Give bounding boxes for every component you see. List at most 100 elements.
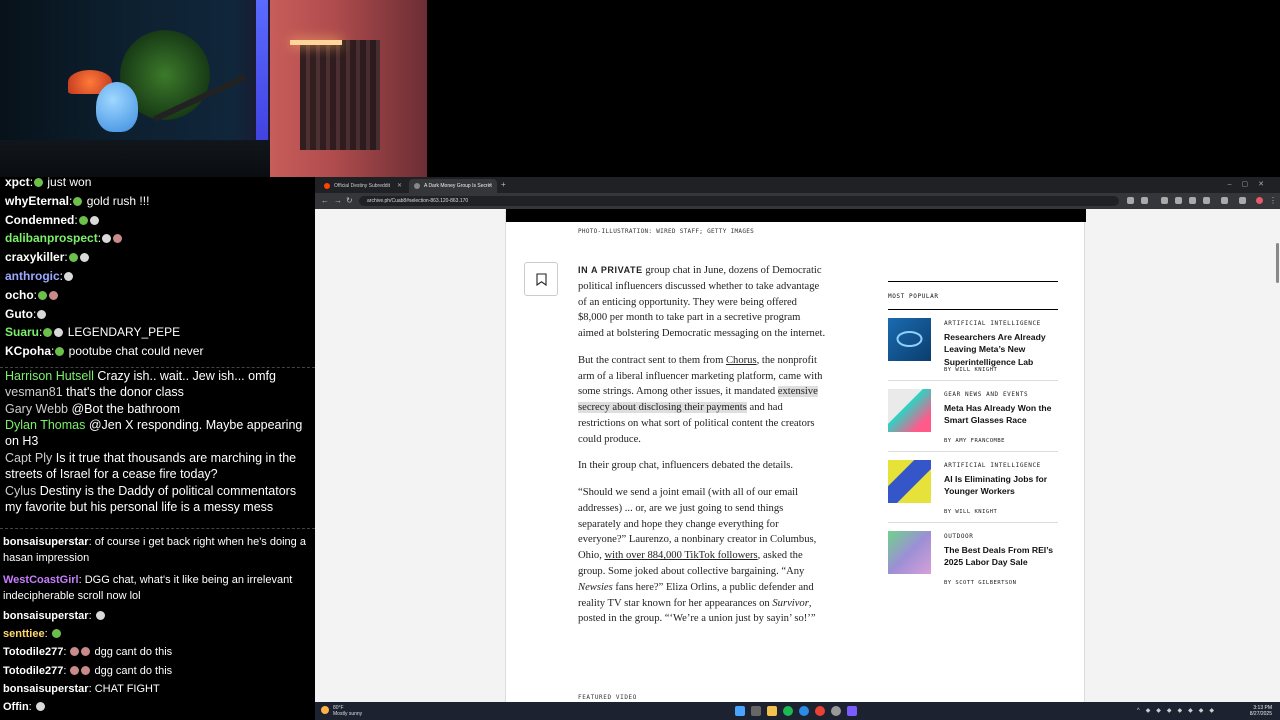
tab-official-destiny-subreddit[interactable]: Official Destiny Subreddit ✕ — [319, 179, 407, 193]
plush-toy — [96, 82, 138, 132]
back-icon[interactable]: ← — [321, 196, 329, 205]
chat-message: Suaru: LEGENDARY_PEPE — [5, 324, 310, 340]
popular-category: ARTIFICIAL INTELLIGENCE — [944, 462, 1041, 469]
reload-icon[interactable]: ↻ — [346, 196, 353, 205]
clock-date: 8/27/2025 — [1249, 711, 1272, 717]
system-tray[interactable]: ^◆◆◆◆◆◆◆ — [1137, 707, 1220, 714]
profile-avatar-icon[interactable] — [1256, 197, 1263, 204]
chat-message: ocho: — [5, 287, 310, 303]
window-controls[interactable]: –▢✕ — [1228, 180, 1274, 188]
emote-icon — [37, 309, 47, 319]
extension-icon[interactable] — [1175, 197, 1182, 204]
forward-icon[interactable]: → — [334, 196, 342, 205]
chat-username[interactable]: whyEternal — [5, 194, 69, 208]
chat-username[interactable]: bonsaisuperstar — [3, 683, 89, 695]
chat-username[interactable]: KCpoha — [5, 344, 51, 358]
popular-title[interactable]: The Best Deals From REI’s 2025 Labor Day… — [944, 544, 1062, 569]
chat-separator: : — [64, 250, 68, 265]
address-bar[interactable]: archive.ph/Cuab8#selection-863.120-863.1… — [359, 196, 1119, 206]
chat-message: Condemned: — [5, 212, 310, 228]
chat-separator: : — [88, 610, 95, 622]
bookmark-button[interactable] — [524, 262, 558, 296]
chat-username[interactable]: bonsaisuperstar — [3, 610, 89, 622]
italic-text: Survivor — [772, 597, 809, 609]
popular-thumbnail[interactable] — [888, 531, 931, 574]
popular-title[interactable]: Researchers Are Already Leaving Meta’s N… — [944, 331, 1062, 368]
chat-username[interactable]: WestCoastGirl — [3, 574, 79, 586]
chat-username[interactable]: senttiee — [3, 628, 45, 640]
chat-text: LEGENDARY_PEPE — [64, 325, 181, 340]
chat-username[interactable]: Condemned — [5, 213, 74, 227]
popular-item[interactable]: ARTIFICIAL INTELLIGENCE Researchers Are … — [888, 310, 1058, 381]
close-tab-icon[interactable]: ✕ — [487, 182, 492, 189]
popular-item[interactable]: ARTIFICIAL INTELLIGENCE AI Is Eliminatin… — [888, 452, 1058, 523]
chat-username[interactable]: Capt Ply — [5, 451, 52, 465]
app-icon[interactable] — [847, 706, 857, 716]
chat-username[interactable]: bonsaisuperstar — [3, 536, 89, 548]
start-icon[interactable] — [735, 706, 745, 716]
download-icon[interactable] — [1239, 197, 1246, 204]
lead-in: IN A PRIVATE — [578, 265, 643, 275]
popular-item[interactable]: GEAR NEWS AND EVENTS Meta Has Already Wo… — [888, 381, 1058, 452]
popular-thumbnail[interactable] — [888, 460, 931, 503]
chat-username[interactable]: Offin — [3, 701, 29, 713]
bookmark-icon — [535, 272, 547, 286]
chat-message: craxykiller: — [5, 249, 310, 265]
chorus-link[interactable]: Chorus — [726, 355, 757, 366]
star-icon[interactable] — [1141, 197, 1148, 204]
chat-message: bonsaisuperstar: — [3, 608, 313, 624]
tab-dark-money-article[interactable]: A Dark Money Group Is Secret ✕ — [409, 179, 497, 193]
settings-icon[interactable] — [831, 706, 841, 716]
taskbar-clock[interactable]: 3:13 PM 8/27/2025 — [1250, 705, 1272, 717]
spotify-icon[interactable] — [783, 706, 793, 716]
extension-icon[interactable] — [1203, 197, 1210, 204]
weather-widget[interactable]: 80°F Mostly sunny — [321, 705, 362, 717]
reddit-favicon-icon — [324, 183, 330, 189]
page-scrollbar[interactable] — [1276, 243, 1279, 283]
chat-username[interactable]: anthrogic — [5, 269, 60, 283]
chat-username[interactable]: Harrison Hutsell — [5, 369, 94, 383]
chat-username[interactable]: Suaru — [5, 325, 39, 339]
chat-username[interactable]: Gary Webb — [5, 402, 68, 416]
emote-icon — [79, 253, 89, 263]
webcam-feed — [0, 0, 427, 177]
popular-byline: BY SCOTT GILBERTSON — [944, 580, 1017, 586]
chat-username[interactable]: craxykiller — [5, 250, 64, 264]
close-tab-icon[interactable]: ✕ — [397, 182, 402, 189]
edge-icon[interactable] — [799, 706, 809, 716]
file-explorer-icon[interactable] — [767, 706, 777, 716]
chat-message: dalibanprospect: — [5, 230, 310, 246]
chat-username[interactable]: Totodile277 — [3, 665, 63, 677]
italic-text: Newsies — [578, 581, 613, 593]
zoom-icon[interactable] — [1127, 197, 1134, 204]
tiktok-followers-link[interactable]: with over 884,000 TikTok followers — [604, 550, 757, 561]
chat-username[interactable]: ocho — [5, 288, 34, 302]
wall-rack — [300, 40, 380, 150]
chat-username[interactable]: Totodile277 — [3, 646, 63, 658]
emote-icon — [34, 178, 44, 187]
chrome-icon[interactable] — [815, 706, 825, 716]
chat-username[interactable]: Dylan Thomas — [5, 418, 85, 432]
chat-username[interactable]: Cylus — [5, 484, 36, 498]
extension-icon[interactable] — [1161, 197, 1168, 204]
chat-username[interactable]: xpct — [5, 177, 30, 189]
chat-username[interactable]: dalibanprospect — [5, 231, 98, 245]
task-view-icon[interactable] — [751, 706, 761, 716]
chat-separator: : — [63, 646, 70, 659]
chat-username[interactable]: Guto — [5, 307, 33, 321]
new-tab-button[interactable]: + — [501, 180, 506, 189]
emote-icon — [113, 234, 123, 244]
chat-text: @Bot the bathroom — [68, 402, 181, 416]
popular-item[interactable]: OUTDOOR The Best Deals From REI’s 2025 L… — [888, 523, 1058, 594]
popular-thumbnail[interactable] — [888, 318, 931, 361]
chat-username[interactable]: vesman81 — [5, 385, 63, 399]
popular-category: ARTIFICIAL INTELLIGENCE — [944, 320, 1041, 327]
sidebar-icon[interactable] — [1221, 197, 1228, 204]
chat-text: dgg cant do this — [91, 646, 173, 659]
popular-title[interactable]: Meta Has Already Won the Smart Glasses R… — [944, 402, 1062, 427]
popular-thumbnail[interactable] — [888, 389, 931, 432]
menu-icon[interactable]: ⋮ — [1269, 196, 1277, 205]
popular-title[interactable]: AI Is Eliminating Jobs for Younger Worke… — [944, 473, 1062, 498]
extension-icon[interactable] — [1189, 197, 1196, 204]
tab-bar: Official Destiny Subreddit ✕ A Dark Mone… — [315, 177, 1280, 193]
